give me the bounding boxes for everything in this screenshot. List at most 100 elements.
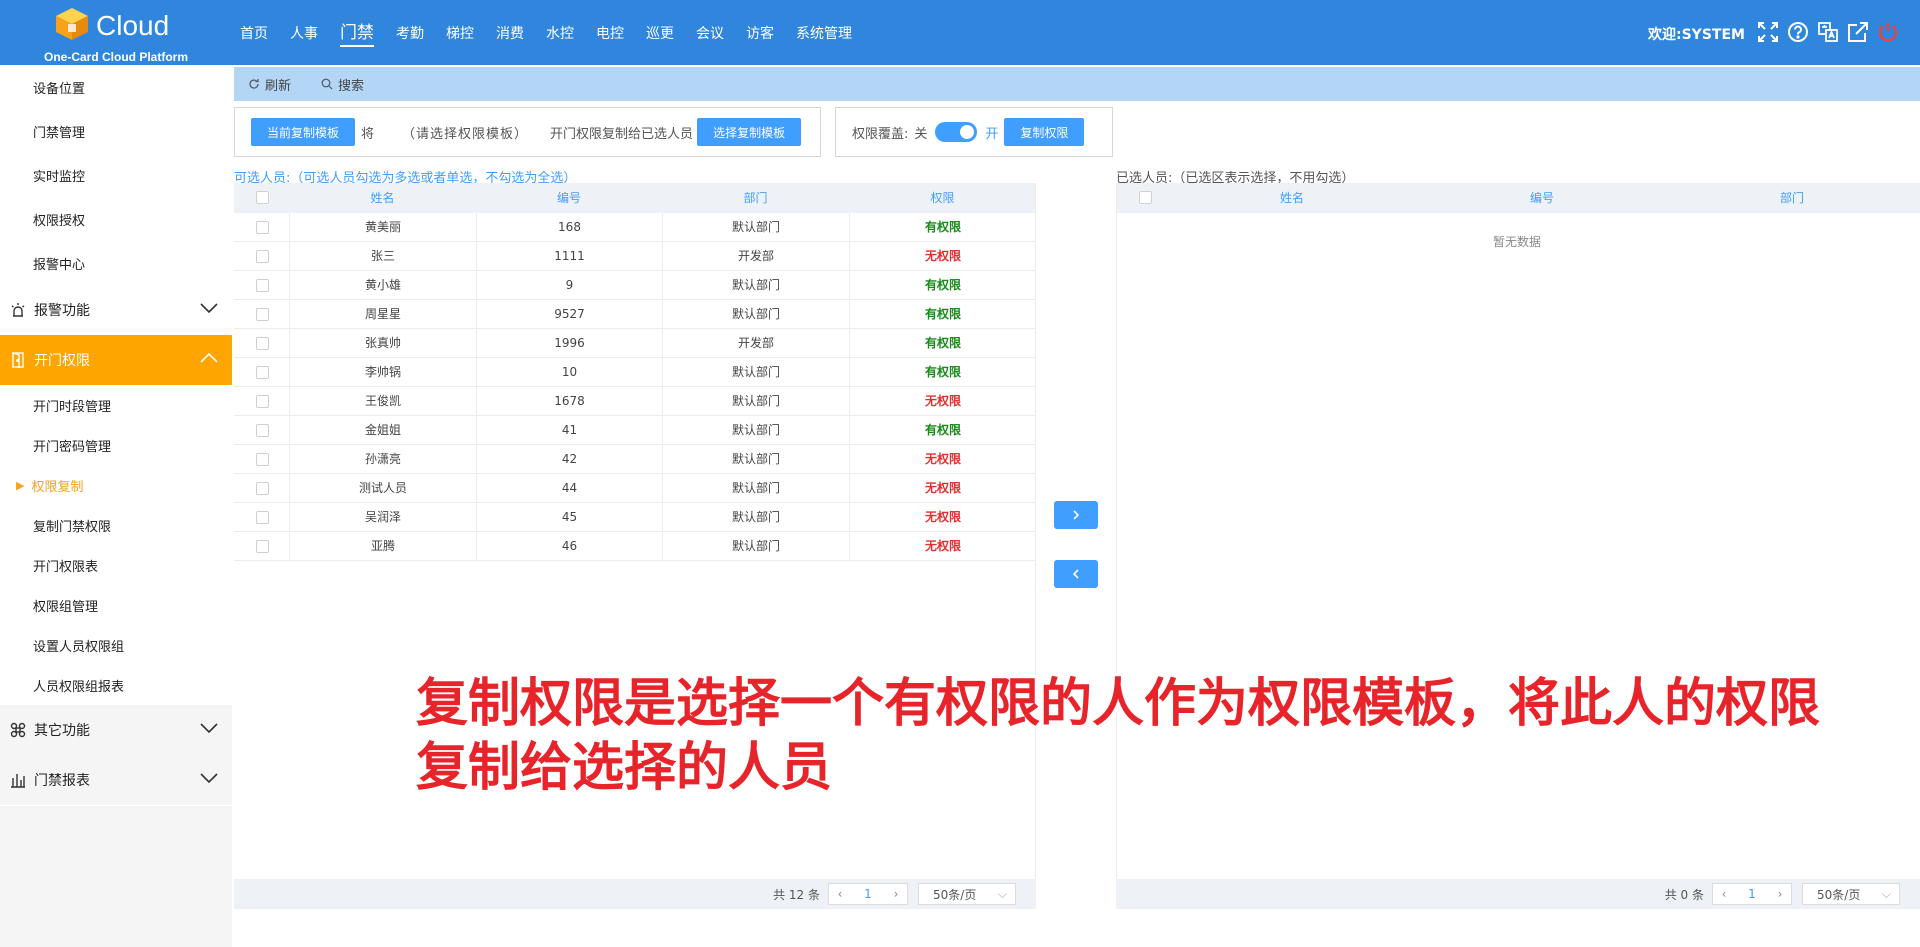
table-row[interactable]: 李帅锅 10 默认部门 有权限 [234,358,1035,387]
row-checkbox[interactable] [256,482,269,495]
row-checkbox[interactable] [256,453,269,466]
chevron-down-icon: ⌵ [1881,886,1891,901]
table-row[interactable]: 吴润泽 45 默认部门 无权限 [234,503,1035,532]
power-icon[interactable] [1876,20,1900,44]
cell-department: 默认部门 [662,445,849,474]
row-checkbox[interactable] [256,511,269,524]
cell-id: 1111 [476,242,662,271]
right-page-size-select[interactable]: 50条/页 ⌵ [1802,883,1900,905]
select-template-button[interactable]: 选择复制模板 [697,118,802,146]
chevron-down-icon [200,772,218,788]
logo-cube-icon [56,8,88,40]
select-all-checkbox[interactable] [256,191,269,204]
nav-electric[interactable]: 电控 [596,23,624,43]
table-row[interactable]: 亚腾 46 默认部门 无权限 [234,532,1035,561]
refresh-button[interactable]: 刷新 [248,75,291,94]
move-left-button[interactable] [1054,560,1098,588]
cell-id: 168 [476,213,662,242]
table-row[interactable]: 黄美丽 168 默认部门 有权限 [234,213,1035,242]
table-row[interactable]: 张真帅 1996 开发部 有权限 [234,329,1035,358]
col-id: 编号 [1529,191,1554,205]
nav-visitor[interactable]: 访客 [746,23,774,43]
row-checkbox[interactable] [256,424,269,437]
nav-attendance[interactable]: 考勤 [396,23,424,43]
current-template-button[interactable]: 当前复制模板 [251,118,356,146]
fullscreen-icon[interactable] [1756,20,1780,44]
sidebar-item-door-permission-table[interactable]: 开门权限表 [0,545,232,585]
nav-meeting[interactable]: 会议 [696,23,724,43]
chevron-up-icon [200,352,218,368]
sidebar-item-permission-grant[interactable]: 权限授权 [0,197,232,241]
sidebar-item-alarm-center[interactable]: 报警中心 [0,241,232,285]
sidebar-item-door-password[interactable]: 开门密码管理 [0,425,232,465]
next-page-icon[interactable]: › [1769,887,1791,901]
row-checkbox[interactable] [256,250,269,263]
table-row[interactable]: 金姐姐 41 默认部门 有权限 [234,416,1035,445]
table-row[interactable]: 黄小雄 9 默认部门 有权限 [234,271,1035,300]
nav-personnel[interactable]: 人事 [290,23,318,43]
sidebar-item-set-person-group[interactable]: 设置人员权限组 [0,625,232,665]
sidebar-group-open-permission[interactable]: 开门权限 [0,335,232,385]
sidebar-item-person-group-report[interactable]: 人员权限组报表 [0,665,232,705]
cell-department: 默认部门 [662,503,849,532]
move-right-button[interactable] [1054,501,1098,529]
nav-elevator[interactable]: 梯控 [446,23,474,43]
table-row[interactable]: 孙潇亮 42 默认部门 无权限 [234,445,1035,474]
copy-permission-button[interactable]: 复制权限 [1004,118,1085,146]
sidebar-group-other[interactable]: 其它功能 [0,705,232,755]
external-link-icon[interactable] [1846,20,1870,44]
row-checkbox[interactable] [256,540,269,553]
sidebar-item-live-monitor[interactable]: 实时监控 [0,153,232,197]
nav-system[interactable]: 系统管理 [796,23,852,43]
table-row[interactable]: 王俊凯 1678 默认部门 无权限 [234,387,1035,416]
chevron-down-icon [200,722,218,738]
left-page-size-select[interactable]: 50条/页 ⌵ [918,883,1016,905]
cell-id: 1996 [476,329,662,358]
template-hint: （请选择权限模板） [402,126,529,142]
override-panel: 权限覆盖: 关 开 复制权限 [835,107,1113,157]
row-checkbox[interactable] [256,395,269,408]
cell-permission: 有权限 [849,416,1036,445]
row-checkbox[interactable] [256,366,269,379]
row-checkbox[interactable] [256,337,269,350]
prev-page-icon[interactable]: ‹ [829,887,851,901]
door-icon [10,351,28,369]
sidebar-group-alarm[interactable]: 报警功能 [0,285,232,335]
cell-department: 开发部 [662,329,849,358]
copy-to-text: 开门权限复制给已选人员 [550,126,694,142]
select-all-checkbox[interactable] [1139,191,1152,204]
right-pager: ‹ 1 › [1712,883,1792,905]
brand-subtitle: One-Card Cloud Platform [44,50,189,64]
nav-home[interactable]: 首页 [240,23,268,43]
will-text: 将 [361,126,375,142]
table-row[interactable]: 周星星 9527 默认部门 有权限 [234,300,1035,329]
row-checkbox[interactable] [256,308,269,321]
nav-consumption[interactable]: 消费 [496,23,524,43]
row-checkbox[interactable] [256,221,269,234]
cell-id: 10 [476,358,662,387]
sidebar-item-door-management[interactable]: 门禁管理 [0,109,232,153]
table-row[interactable]: 张三 1111 开发部 无权限 [234,242,1035,271]
copy-template-panel: 当前复制模板 将 （请选择权限模板） 开门权限复制给已选人员 选择复制模板 [234,107,821,157]
current-page[interactable]: 1 [1735,887,1769,901]
sidebar-item-permission-group[interactable]: 权限组管理 [0,585,232,625]
refresh-label: 刷新 [265,78,292,94]
table-header: 姓名 编号 部门 [1117,183,1920,213]
table-row[interactable]: 测试人员 44 默认部门 无权限 [234,474,1035,503]
sidebar-item-permission-copy[interactable]: ▶ 权限复制 [0,465,232,505]
row-checkbox[interactable] [256,279,269,292]
sidebar-item-door-time[interactable]: 开门时段管理 [0,385,232,425]
translate-icon[interactable] [1816,20,1840,44]
nav-patrol[interactable]: 巡更 [646,23,674,43]
prev-page-icon[interactable]: ‹ [1713,887,1735,901]
sidebar-group-report[interactable]: 门禁报表 [0,755,232,805]
current-page[interactable]: 1 [851,887,885,901]
nav-water[interactable]: 水控 [546,23,574,43]
help-icon[interactable] [1786,20,1810,44]
search-button[interactable]: 搜索 [321,75,364,94]
sidebar-item-copy-door-permission[interactable]: 复制门禁权限 [0,505,232,545]
override-toggle[interactable] [935,122,978,142]
nav-access-control[interactable]: 门禁 [340,18,374,47]
next-page-icon[interactable]: › [885,887,907,901]
sidebar-item-device-location[interactable]: 设备位置 [0,65,232,109]
